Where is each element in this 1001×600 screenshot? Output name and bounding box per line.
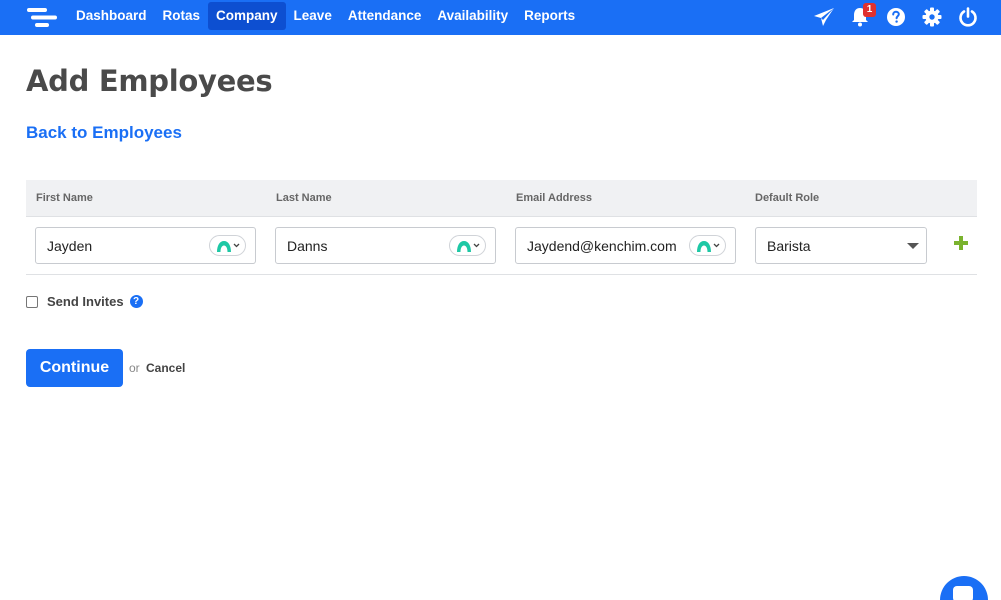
page-title: Add Employees	[26, 64, 273, 98]
notification-count-badge: 1	[863, 3, 876, 17]
back-to-employees-link[interactable]: Back to Employees	[26, 123, 182, 143]
main-nav: Dashboard Rotas Company Leave Attendance…	[68, 2, 583, 30]
chat-launcher-button[interactable]	[940, 576, 988, 600]
nav-item-reports[interactable]: Reports	[516, 2, 583, 30]
last-name-value: Danns	[287, 238, 328, 254]
power-icon[interactable]	[957, 6, 979, 28]
app-logo-icon[interactable]	[27, 8, 57, 27]
add-row-plus-icon[interactable]	[953, 235, 969, 251]
email-value: Jaydend@kenchim.com	[527, 238, 677, 254]
paper-plane-icon[interactable]	[813, 6, 835, 28]
dropdown-arrow-icon	[907, 243, 919, 249]
cancel-link[interactable]: Cancel	[146, 361, 185, 375]
gear-icon[interactable]	[921, 6, 943, 28]
nav-item-company[interactable]: Company	[208, 2, 286, 30]
password-manager-icon	[216, 240, 231, 252]
continue-button[interactable]: Continue	[26, 349, 123, 387]
email-header: Email Address	[516, 192, 593, 204]
send-invites-option: Send Invites ?	[26, 294, 143, 309]
first-name-header: First Name	[36, 192, 93, 204]
top-icon-group: 1	[813, 3, 979, 29]
password-manager-button[interactable]	[209, 235, 246, 256]
nav-item-availability[interactable]: Availability	[429, 2, 516, 30]
send-invites-help-icon[interactable]: ?	[129, 295, 143, 308]
default-role-header: Default Role	[755, 192, 820, 204]
default-role-select[interactable]: Barista	[755, 227, 927, 264]
nav-item-attendance[interactable]: Attendance	[340, 2, 430, 30]
email-field[interactable]: Jaydend@kenchim.com	[515, 227, 736, 264]
employee-table-header: First Name Last Name Email Address Defau…	[26, 180, 977, 217]
bell-icon[interactable]: 1	[849, 3, 876, 28]
table-row: Jayden Danns Jaydend@kenchim.com Barista	[26, 217, 977, 275]
last-name-header: Last Name	[276, 192, 332, 204]
first-name-value: Jayden	[47, 238, 93, 254]
password-manager-icon	[456, 240, 471, 252]
send-invites-checkbox[interactable]	[26, 295, 38, 308]
last-name-field[interactable]: Danns	[275, 227, 496, 264]
nav-item-leave[interactable]: Leave	[286, 2, 340, 30]
password-manager-button[interactable]	[689, 235, 726, 256]
chevron-down-icon	[233, 243, 239, 248]
default-role-value: Barista	[767, 238, 811, 254]
top-navbar: Dashboard Rotas Company Leave Attendance…	[0, 0, 1001, 35]
first-name-field[interactable]: Jayden	[35, 227, 256, 264]
send-invites-label[interactable]: Send Invites	[47, 294, 124, 309]
chevron-down-icon	[473, 243, 479, 248]
chevron-down-icon	[713, 243, 719, 248]
help-icon[interactable]	[885, 6, 907, 28]
or-separator: or	[129, 361, 140, 375]
nav-item-dashboard[interactable]: Dashboard	[68, 2, 155, 30]
chat-bubble-icon	[953, 586, 973, 600]
password-manager-button[interactable]	[449, 235, 486, 256]
nav-item-rotas[interactable]: Rotas	[155, 2, 209, 30]
password-manager-icon	[696, 240, 711, 252]
